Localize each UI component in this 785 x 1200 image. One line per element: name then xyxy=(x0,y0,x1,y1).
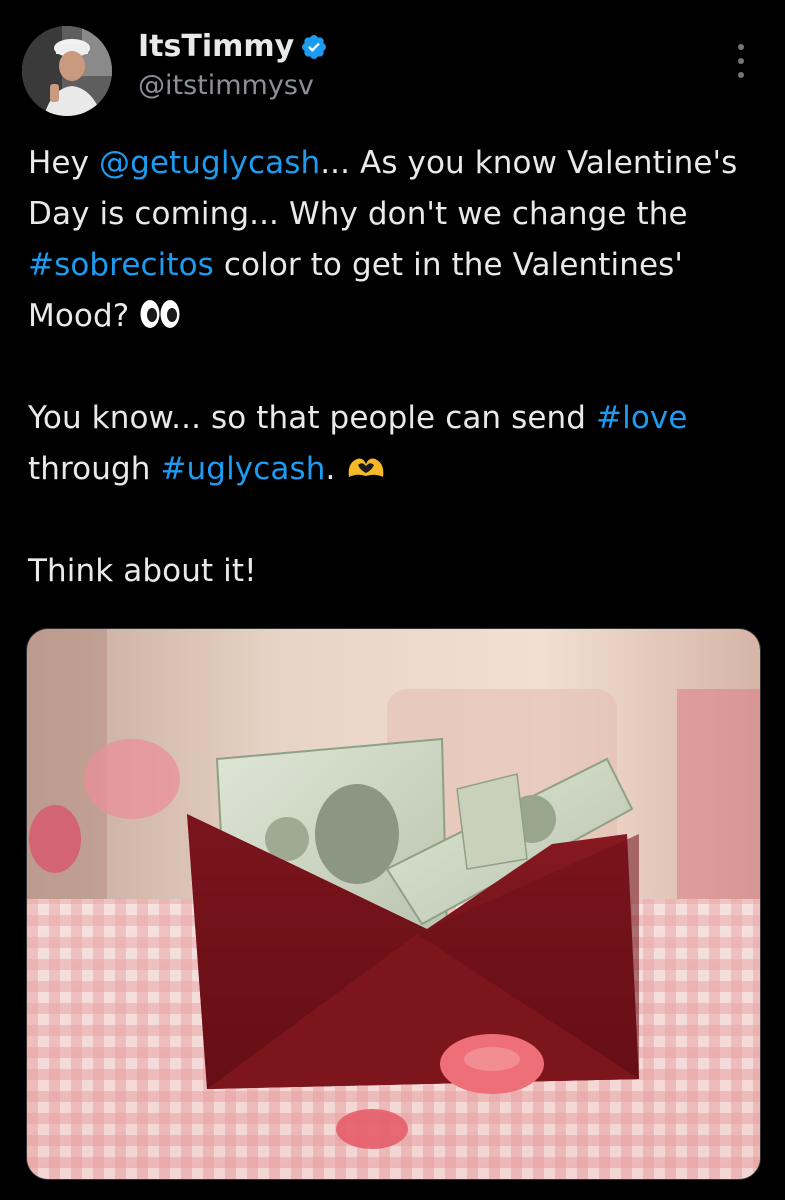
text-span: Hey xyxy=(28,145,99,181)
hashtag-link[interactable]: #sobrecitos xyxy=(28,247,214,283)
mention-link[interactable]: @getuglycash xyxy=(99,145,320,181)
tweet-paragraph-3: Think about it! xyxy=(28,553,257,589)
more-dot xyxy=(738,58,744,64)
eyes-emoji-icon xyxy=(140,300,180,328)
hashtag-link[interactable]: #love xyxy=(596,400,687,436)
heart-hands-emoji-icon xyxy=(349,458,384,477)
tweet-text: Hey @getuglycash... As you know Valentin… xyxy=(28,138,768,597)
tweet-header: ItsTimmy @itstimmysv xyxy=(0,0,785,120)
hashtag-link[interactable]: #uglycash xyxy=(160,451,325,487)
text-span: through xyxy=(28,451,161,487)
text-span: . xyxy=(325,451,346,487)
author-avatar[interactable] xyxy=(22,26,112,116)
more-options-button[interactable] xyxy=(728,44,754,78)
tweet-paragraph-1: Hey @getuglycash... As you know Valentin… xyxy=(28,138,768,342)
verified-badge-icon xyxy=(302,35,327,59)
tweet-paragraph-2: You know... so that people can send #lov… xyxy=(28,393,768,495)
author-display-name[interactable]: ItsTimmy xyxy=(138,28,294,66)
author-handle[interactable]: @itstimmysv xyxy=(138,68,328,104)
more-dot xyxy=(738,72,744,78)
more-dot xyxy=(738,44,744,50)
tweet-media-image[interactable] xyxy=(26,628,761,1180)
text-span: You know... so that people can send xyxy=(28,400,597,436)
